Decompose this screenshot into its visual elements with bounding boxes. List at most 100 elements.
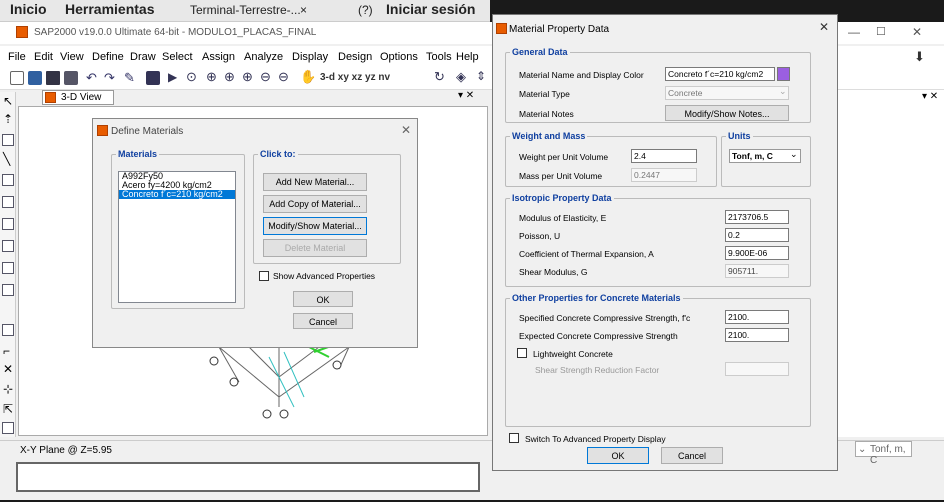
pointer-icon[interactable]: ↖ bbox=[3, 94, 13, 108]
browser-bar: Inicio Herramientas Terminal-Terrestre-.… bbox=[0, 0, 490, 22]
delete-material-button[interactable]: Delete Material bbox=[263, 239, 367, 257]
menu-analyze[interactable]: Analyze bbox=[244, 51, 283, 63]
draw-solid-icon[interactable] bbox=[2, 284, 14, 296]
close-icon[interactable]: ✕ bbox=[819, 20, 829, 34]
pan-icon[interactable]: ✋ bbox=[300, 69, 316, 85]
zoom-in-icon[interactable]: ⊕ bbox=[242, 69, 253, 85]
show-advanced-checkbox[interactable] bbox=[259, 271, 269, 281]
draw-brace-icon[interactable] bbox=[2, 196, 14, 208]
chevron-down-icon: ⌄ bbox=[779, 86, 787, 96]
material-name-input[interactable]: Concreto f´c=210 kg/cm2 bbox=[665, 67, 775, 81]
open-icon[interactable] bbox=[28, 71, 42, 85]
draw-table-icon[interactable] bbox=[2, 422, 14, 434]
material-type-select[interactable]: Concrete bbox=[665, 86, 789, 100]
view-buttons[interactable]: 3-d xy xz yz nv bbox=[320, 72, 390, 83]
units-dropdown[interactable]: ⌄ Tonf, m, C bbox=[855, 441, 912, 466]
menu-options[interactable]: Options bbox=[380, 51, 418, 63]
switch-advanced-label: Switch To Advanced Property Display bbox=[525, 434, 666, 444]
draw-tendon-icon[interactable]: ⊹ bbox=[3, 382, 13, 396]
material-property-dialog: Material Property Data ✕ General Data Ma… bbox=[492, 14, 838, 471]
chevron-down-icon: ⌄ bbox=[790, 149, 798, 159]
refresh-icon[interactable]: ⊙ bbox=[186, 69, 197, 85]
material-name-label: Material Name and Display Color bbox=[519, 70, 644, 80]
minimize-icon[interactable]: — bbox=[848, 25, 860, 39]
display-color-swatch[interactable] bbox=[777, 67, 790, 81]
cancel-button[interactable]: Cancel bbox=[293, 313, 353, 329]
rotate-icon[interactable]: ↻ bbox=[434, 69, 445, 85]
ok-button[interactable]: OK bbox=[587, 447, 649, 464]
lightweight-checkbox[interactable] bbox=[517, 348, 527, 358]
shear-reduction-input[interactable] bbox=[725, 362, 789, 376]
pane-menu-icon[interactable]: ▾ ✕ bbox=[922, 91, 938, 102]
reshape-icon[interactable]: ⇡ bbox=[3, 112, 13, 126]
draw-frame-icon[interactable]: ╲ bbox=[3, 152, 10, 166]
draw-developed-icon[interactable]: ⇱ bbox=[3, 402, 13, 416]
menu-define[interactable]: Define bbox=[92, 51, 124, 63]
materials-list[interactable]: A992Fy50 Acero fy=4200 kg/cm2 Concreto f… bbox=[118, 171, 236, 303]
login-link[interactable]: Iniciar sesión bbox=[386, 1, 475, 17]
zoom-all-icon[interactable]: ⊖ bbox=[278, 69, 289, 85]
print-icon[interactable] bbox=[64, 71, 78, 85]
draw-rect-icon[interactable] bbox=[2, 240, 14, 252]
tab-3d-view[interactable]: 3-D View bbox=[42, 90, 114, 105]
home-link[interactable]: Inicio bbox=[10, 1, 47, 17]
draw-area-icon[interactable] bbox=[2, 174, 14, 186]
lightweight-label: Lightweight Concrete bbox=[533, 349, 613, 359]
draw-grid-icon[interactable] bbox=[2, 218, 14, 230]
poisson-input[interactable]: 0.2 bbox=[725, 228, 789, 242]
browser-tab[interactable]: Terminal-Terrestre-... bbox=[190, 3, 301, 17]
menu-design[interactable]: Design bbox=[338, 51, 372, 63]
run-icon[interactable]: ▶ bbox=[168, 70, 177, 84]
menu-display[interactable]: Display bbox=[292, 51, 328, 63]
thermal-input[interactable]: 9.900E-06 bbox=[725, 246, 789, 260]
modify-show-notes-button[interactable]: Modify/Show Notes... bbox=[665, 105, 789, 121]
menu-file[interactable]: File bbox=[8, 51, 26, 63]
perspective-icon[interactable]: ◈ bbox=[456, 69, 466, 85]
weight-input[interactable]: 2.4 bbox=[631, 149, 697, 163]
tools-link[interactable]: Herramientas bbox=[65, 1, 155, 17]
draw-point-icon[interactable] bbox=[2, 134, 14, 146]
redo-icon[interactable]: ↷ bbox=[104, 70, 115, 86]
tab-close-icon[interactable]: × bbox=[300, 3, 307, 17]
mass-input[interactable]: 0.2447 bbox=[631, 168, 697, 182]
menu-tools[interactable]: Tools bbox=[426, 51, 452, 63]
menu-select[interactable]: Select bbox=[162, 51, 193, 63]
lock-icon[interactable] bbox=[146, 71, 160, 85]
modify-show-material-button[interactable]: Modify/Show Material... bbox=[263, 217, 367, 235]
fc-label: Specified Concrete Compressive Strength,… bbox=[519, 313, 691, 323]
download-icon[interactable]: ⬇ bbox=[914, 49, 925, 65]
add-new-material-button[interactable]: Add New Material... bbox=[263, 173, 367, 191]
maximize-icon[interactable]: ☐ bbox=[876, 25, 886, 38]
menu-draw[interactable]: Draw bbox=[130, 51, 156, 63]
menu-edit[interactable]: Edit bbox=[34, 51, 53, 63]
close-icon[interactable]: ✕ bbox=[401, 123, 411, 137]
add-copy-material-button[interactable]: Add Copy of Material... bbox=[263, 195, 367, 213]
ok-button[interactable]: OK bbox=[293, 291, 353, 307]
close-icon[interactable]: ✕ bbox=[912, 25, 922, 39]
draw-section-icon[interactable]: ⌐ bbox=[3, 344, 10, 358]
fc-input[interactable]: 2100. bbox=[725, 310, 789, 324]
switch-advanced-checkbox[interactable] bbox=[509, 433, 519, 443]
zoom-restore-icon[interactable]: ⊕ bbox=[224, 69, 235, 85]
draw-special-icon[interactable]: ✕ bbox=[3, 362, 13, 376]
menu-help[interactable]: Help bbox=[456, 51, 479, 63]
expected-strength-input[interactable]: 2100. bbox=[725, 328, 789, 342]
save-icon[interactable] bbox=[46, 71, 60, 85]
cancel-button[interactable]: Cancel bbox=[661, 447, 723, 464]
list-item-selected[interactable]: Concreto f´c=210 kg/cm2 bbox=[119, 190, 235, 199]
new-icon[interactable] bbox=[10, 71, 24, 85]
elasticity-input[interactable]: 2173706.5 bbox=[725, 210, 789, 224]
draw-quad-icon[interactable] bbox=[2, 262, 14, 274]
menu-assign[interactable]: Assign bbox=[202, 51, 235, 63]
zoom-out-icon[interactable]: ⊖ bbox=[260, 69, 271, 85]
view-menu-icon[interactable]: ▾ ✕ bbox=[458, 90, 474, 101]
undo-icon[interactable]: ↶ bbox=[86, 70, 97, 86]
up-down-icon[interactable]: ⇕ bbox=[476, 69, 486, 83]
shear-reduction-label: Shear Strength Reduction Factor bbox=[535, 365, 660, 375]
zoom-window-icon[interactable]: ⊕ bbox=[206, 69, 217, 85]
shear-modulus-input[interactable]: 905711. bbox=[725, 264, 789, 278]
menu-view[interactable]: View bbox=[60, 51, 84, 63]
help-icon[interactable]: (?) bbox=[358, 3, 373, 17]
pencil-icon[interactable]: ✎ bbox=[124, 70, 135, 86]
draw-link-icon[interactable] bbox=[2, 324, 14, 336]
